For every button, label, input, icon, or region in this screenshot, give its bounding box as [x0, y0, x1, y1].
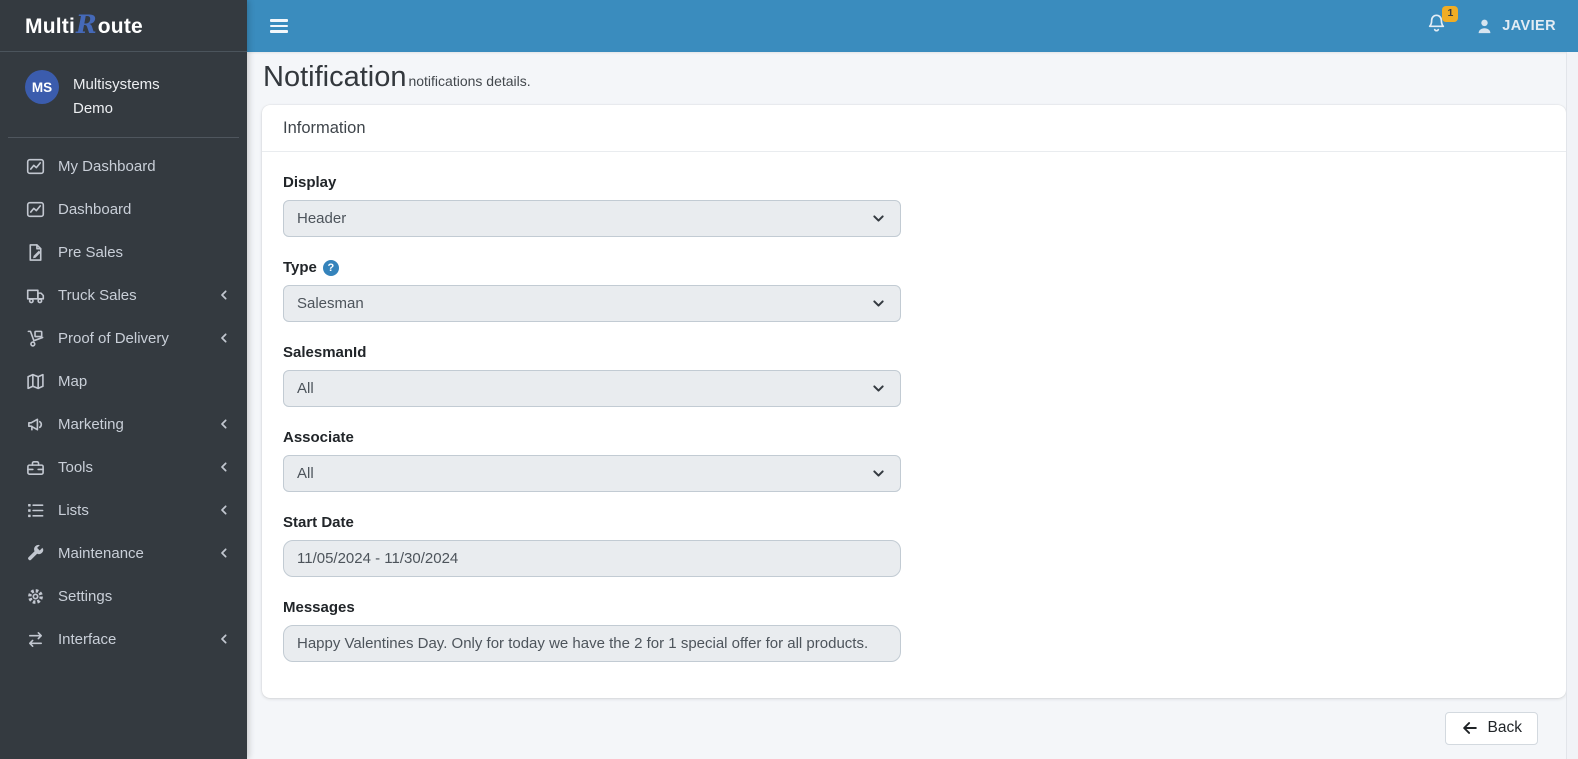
user-menu[interactable]: JAVIER	[1475, 17, 1556, 36]
wrench-icon	[25, 543, 45, 563]
gear-icon	[25, 586, 45, 606]
chevron-left-icon	[218, 332, 230, 344]
dolly-icon	[25, 328, 45, 348]
hamburger-menu-icon[interactable]	[270, 16, 288, 36]
truck-icon	[25, 285, 45, 305]
user-panel[interactable]: MS Multisystems Demo	[8, 52, 239, 138]
chart-line-icon	[25, 199, 45, 219]
footer-actions: Back	[262, 698, 1566, 745]
bullhorn-icon	[25, 414, 45, 434]
start-date-label: Start Date	[283, 514, 354, 531]
sidebar-item-proof-of-delivery[interactable]: Proof of Delivery	[0, 317, 247, 360]
brand-logo[interactable]: Multi Route	[0, 0, 247, 52]
list-icon	[25, 500, 45, 520]
card-header: Information	[262, 105, 1566, 152]
notifications-bell[interactable]: 1	[1426, 6, 1459, 39]
back-button-label: Back	[1487, 719, 1522, 736]
field-salesmanid: SalesmanId All	[283, 344, 1545, 407]
sidebar-item-lists[interactable]: Lists	[0, 489, 247, 532]
field-start-date: Start Date 11/05/2024 - 11/30/2024	[283, 514, 1545, 577]
brand-accent-r: R	[75, 10, 97, 39]
start-date-input[interactable]: 11/05/2024 - 11/30/2024	[283, 540, 901, 577]
user-panel-name: Multisystems Demo	[73, 76, 160, 118]
chevron-down-icon	[871, 296, 886, 311]
sidebar-item-maintenance[interactable]: Maintenance	[0, 532, 247, 575]
messages-label: Messages	[283, 599, 355, 616]
associate-select[interactable]: All	[283, 455, 901, 492]
file-pen-icon	[25, 242, 45, 262]
salesmanid-select[interactable]: All	[283, 370, 901, 407]
chart-line-icon	[25, 156, 45, 176]
sidebar-item-map[interactable]: Map	[0, 360, 247, 403]
username-label: JAVIER	[1502, 18, 1556, 34]
sidebar-item-truck-sales[interactable]: Truck Sales	[0, 274, 247, 317]
chevron-left-icon	[218, 289, 230, 301]
chevron-left-icon	[218, 633, 230, 645]
map-icon	[25, 371, 45, 391]
field-messages: Messages Happy Valentines Day. Only for …	[283, 599, 1545, 662]
salesmanid-label: SalesmanId	[283, 344, 367, 361]
associate-label: Associate	[283, 429, 354, 446]
field-display: Display Header	[283, 174, 1545, 237]
sidebar: Multi Route MS Multisystems Demo My Dashb…	[0, 0, 247, 759]
sidebar-item-my-dashboard[interactable]: My Dashboard	[0, 145, 247, 188]
page-subtitle: notifications details.	[408, 73, 531, 89]
sidebar-item-marketing[interactable]: Marketing	[0, 403, 247, 446]
toolbox-icon	[25, 457, 45, 477]
avatar: MS	[25, 70, 59, 104]
display-label: Display	[283, 174, 337, 191]
display-select[interactable]: Header	[283, 200, 901, 237]
back-button[interactable]: Back	[1444, 712, 1538, 745]
sidebar-item-dashboard[interactable]: Dashboard	[0, 188, 247, 231]
bell-icon	[1426, 14, 1447, 38]
brand-suffix: oute	[97, 15, 143, 38]
information-card: Information Display Header Type ? Salesm…	[262, 105, 1566, 698]
type-label: Type ?	[283, 259, 1545, 276]
scrollbar-track[interactable]	[1566, 52, 1578, 759]
chevron-left-icon	[218, 547, 230, 559]
sidebar-item-tools[interactable]: Tools	[0, 446, 247, 489]
chevron-down-icon	[871, 466, 886, 481]
page-head: Notification notifications details.	[262, 58, 1566, 105]
help-question-icon[interactable]: ?	[322, 259, 339, 276]
messages-input[interactable]: Happy Valentines Day. Only for today we …	[283, 625, 901, 662]
sidebar-item-pre-sales[interactable]: Pre Sales	[0, 231, 247, 274]
arrow-left-icon	[1461, 719, 1479, 737]
top-navbar: 1 JAVIER	[247, 0, 1578, 52]
field-type: Type ? Salesman	[283, 259, 1545, 322]
sidebar-menu: My Dashboard Dashboard Pre Sales Truck S…	[0, 138, 247, 668]
user-icon	[1475, 17, 1494, 36]
sidebar-item-settings[interactable]: Settings	[0, 575, 247, 618]
sidebar-item-interface[interactable]: Interface	[0, 618, 247, 661]
card-body: Display Header Type ? Salesman SalesmanI…	[262, 152, 1566, 698]
chevron-left-icon	[218, 461, 230, 473]
exchange-icon	[25, 629, 45, 649]
chevron-left-icon	[218, 418, 230, 430]
brand-prefix: Multi	[25, 15, 75, 38]
chevron-down-icon	[871, 211, 886, 226]
field-associate: Associate All	[283, 429, 1545, 492]
content-area: Notification notifications details. Info…	[247, 0, 1578, 745]
page-title: Notification	[263, 61, 407, 93]
notification-count-badge: 1	[1442, 6, 1459, 22]
type-select[interactable]: Salesman	[283, 285, 901, 322]
chevron-down-icon	[871, 381, 886, 396]
chevron-left-icon	[218, 504, 230, 516]
